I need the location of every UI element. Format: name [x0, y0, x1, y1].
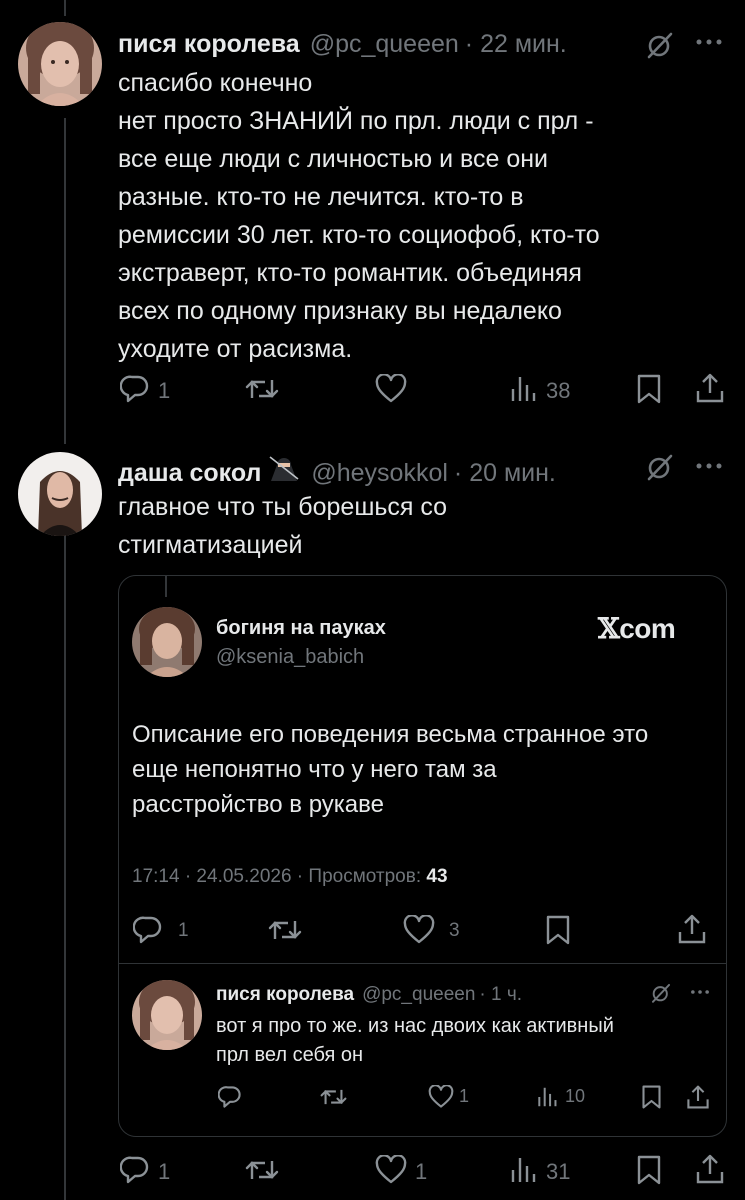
bookmark-icon[interactable]	[636, 374, 662, 404]
source-label: 𝕏com	[598, 612, 676, 645]
bookmark-icon[interactable]	[641, 1085, 662, 1109]
views-count: 38	[546, 378, 571, 403]
quote-text: Описание его поведения весьма странное э…	[132, 717, 648, 822]
share-icon[interactable]	[695, 1153, 725, 1185]
user-handle[interactable]: @heysokkol	[311, 459, 448, 488]
display-name[interactable]: пися королева	[216, 984, 354, 1006]
text-line: спасибо конечно	[118, 69, 313, 97]
avatar[interactable]	[132, 607, 202, 677]
repost-icon[interactable]	[320, 1085, 347, 1109]
thread-line-low	[64, 520, 66, 1200]
reply-count: 1	[178, 920, 189, 941]
text-line: разные. кто-то не лечится. кто-то в	[118, 183, 524, 211]
views-count: 31	[546, 1159, 571, 1184]
views-icon[interactable]	[510, 1158, 536, 1182]
share-icon[interactable]	[686, 1084, 710, 1110]
reply-count: 1	[158, 1159, 171, 1184]
share-icon[interactable]	[695, 372, 725, 404]
quote-views: 43	[426, 866, 448, 887]
thread-line-mid	[64, 118, 66, 444]
bookmark-icon[interactable]	[636, 1155, 662, 1185]
reply-header: пися королева @pc_queeen · 1 ч.	[216, 984, 522, 1006]
like-icon[interactable]	[403, 915, 435, 945]
like-count: 1	[459, 1086, 470, 1106]
reply-count: 1	[158, 378, 171, 403]
tweet-text: спасибо конечно нет просто ЗНАНИЙ по прл…	[118, 64, 600, 368]
avatar[interactable]	[18, 22, 102, 106]
reply-icon[interactable]	[120, 374, 150, 404]
user-handle[interactable]: @pc_queeen	[362, 984, 475, 1006]
grok-icon[interactable]	[645, 452, 675, 482]
ninja-emoji-icon	[267, 455, 301, 481]
text-line: всех по одному признаку вы недалеко	[118, 297, 562, 325]
grok-icon[interactable]	[645, 30, 675, 60]
like-icon[interactable]	[375, 374, 407, 404]
text-line: экстраверт, кто-то романтик. объединяя	[118, 259, 582, 287]
reply-icon[interactable]	[120, 1155, 150, 1185]
tweet-header: пися королева @pc_queeen · 22 мин.	[118, 30, 567, 59]
reply-icon[interactable]	[133, 915, 163, 945]
text-line: нет просто ЗНАНИЙ по прл. люди с прл -	[118, 107, 594, 135]
timestamp[interactable]: · 20 мин.	[454, 459, 556, 488]
text-line: ремиссии 30 лет. кто-то социофоб, кто-то	[118, 221, 600, 249]
timestamp[interactable]: · 1 ч.	[479, 984, 522, 1006]
text-line: еще непонятно что у него там за	[132, 756, 497, 783]
text-line: все еще люди с личностью и все они	[118, 145, 549, 173]
avatar[interactable]	[18, 452, 102, 536]
text-line: стигматизацией	[118, 531, 303, 559]
avatar[interactable]	[132, 980, 202, 1050]
thread-line-top	[64, 0, 66, 16]
timestamp[interactable]: · 22 мин.	[465, 30, 567, 59]
text-line: главное что ты борешься со	[118, 493, 448, 521]
repost-icon[interactable]	[245, 374, 279, 404]
tweet-text: главное что ты борешься со стигматизацие…	[118, 488, 447, 564]
grok-icon[interactable]	[650, 982, 672, 1004]
text-line: уходите от расизма.	[118, 335, 353, 363]
display-name[interactable]: даша сокол	[118, 459, 261, 488]
text-line: вот я про то же. из нас двоих как активн…	[216, 1015, 614, 1037]
like-count: 3	[449, 920, 460, 941]
divider	[118, 963, 727, 964]
bookmark-icon[interactable]	[545, 915, 571, 945]
more-icon[interactable]	[695, 462, 723, 470]
repost-icon[interactable]	[245, 1155, 279, 1185]
quote-meta: 17:14 · 24.05.2026 · Просмотров: 43	[132, 866, 448, 888]
more-icon[interactable]	[690, 989, 710, 995]
tweet-header: даша сокол @heysokkol · 20 мин.	[118, 455, 556, 488]
display-name[interactable]: пися королева	[118, 30, 300, 59]
display-name[interactable]: богиня на пауках	[216, 617, 386, 640]
like-icon[interactable]	[375, 1155, 407, 1185]
views-count: 10	[565, 1086, 586, 1106]
more-icon[interactable]	[695, 38, 723, 46]
like-icon[interactable]	[428, 1085, 454, 1109]
text-line: Описание его поведения весьма странное э…	[132, 721, 649, 748]
user-handle[interactable]: @ksenia_babich	[216, 646, 364, 669]
reply-icon[interactable]	[218, 1085, 242, 1109]
repost-icon[interactable]	[268, 915, 302, 945]
text-line: прл вел себя он	[216, 1044, 364, 1066]
x-logo-icon: 𝕏	[598, 612, 620, 645]
share-icon[interactable]	[677, 913, 707, 945]
like-count: 1	[415, 1159, 428, 1184]
quote-timestamp[interactable]: 17:14 · 24.05.2026 · Просмотров:	[132, 866, 421, 887]
user-handle[interactable]: @pc_queeen	[310, 30, 459, 59]
views-icon[interactable]	[510, 377, 536, 401]
reply-text: вот я про то же. из нас двоих как активн…	[216, 1012, 614, 1070]
text-line: расстройство в рукаве	[132, 791, 384, 818]
views-icon[interactable]	[537, 1087, 557, 1107]
